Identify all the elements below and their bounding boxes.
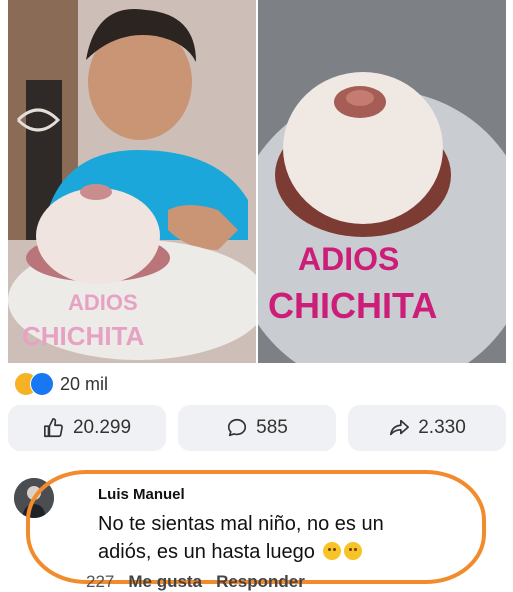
post-reactions-summary[interactable]: 20 mil <box>14 371 108 397</box>
comment-text: No te sientas mal niño, no es un adiós, … <box>98 510 438 566</box>
like-count: 20.299 <box>72 417 132 438</box>
comment: Luis Manuel No te sientas mal niño, no e… <box>10 468 505 592</box>
share-button[interactable]: 2.330 <box>348 405 506 451</box>
comment-author[interactable]: Luis Manuel <box>98 486 185 503</box>
cake-closeup-image: ADIOS CHICHITA <box>258 0 506 363</box>
wink-emoji-icon <box>323 542 342 560</box>
comment-icon <box>228 418 247 437</box>
like-button[interactable]: 20.299 <box>8 405 166 451</box>
left-cake-text-2: CHICHITA <box>22 321 145 351</box>
photo-boy-with-cake[interactable]: ADIOS CHICHITA <box>8 0 256 363</box>
like-icon <box>30 372 54 396</box>
comment-bubble: Luis Manuel No te sientas mal niño, no e… <box>98 472 478 563</box>
comment-text-body: No te sientas mal niño, no es un adiós, … <box>98 513 384 563</box>
comment-button[interactable]: 585 <box>178 405 336 451</box>
boy-cake-image: ADIOS CHICHITA <box>8 0 256 363</box>
thumbs-up-icon <box>43 418 63 438</box>
comment-like-link[interactable]: Me gusta <box>128 572 202 592</box>
right-cake-text-1: ADIOS <box>298 241 399 277</box>
comment-reaction-count[interactable]: 227 <box>86 572 114 592</box>
left-cake-text-1: ADIOS <box>68 290 138 315</box>
post-action-bar: 20.299 585 2.330 <box>8 405 506 451</box>
comment-footer: 227 Me gusta Responder <box>86 572 305 592</box>
wink-emoji-icon <box>344 542 363 560</box>
photo-cake-closeup[interactable]: ADIOS CHICHITA <box>258 0 506 363</box>
right-cake-text-2: CHICHITA <box>268 285 437 326</box>
reactions-count: 20 mil <box>60 373 109 394</box>
share-icon <box>390 419 410 436</box>
comment-reply-link[interactable]: Responder <box>216 572 305 592</box>
post-photos[interactable]: ADIOS CHICHITA ADIOS CHICHITA <box>8 0 506 363</box>
comment-count: 585 <box>256 417 288 438</box>
share-count: 2.330 <box>418 417 466 438</box>
